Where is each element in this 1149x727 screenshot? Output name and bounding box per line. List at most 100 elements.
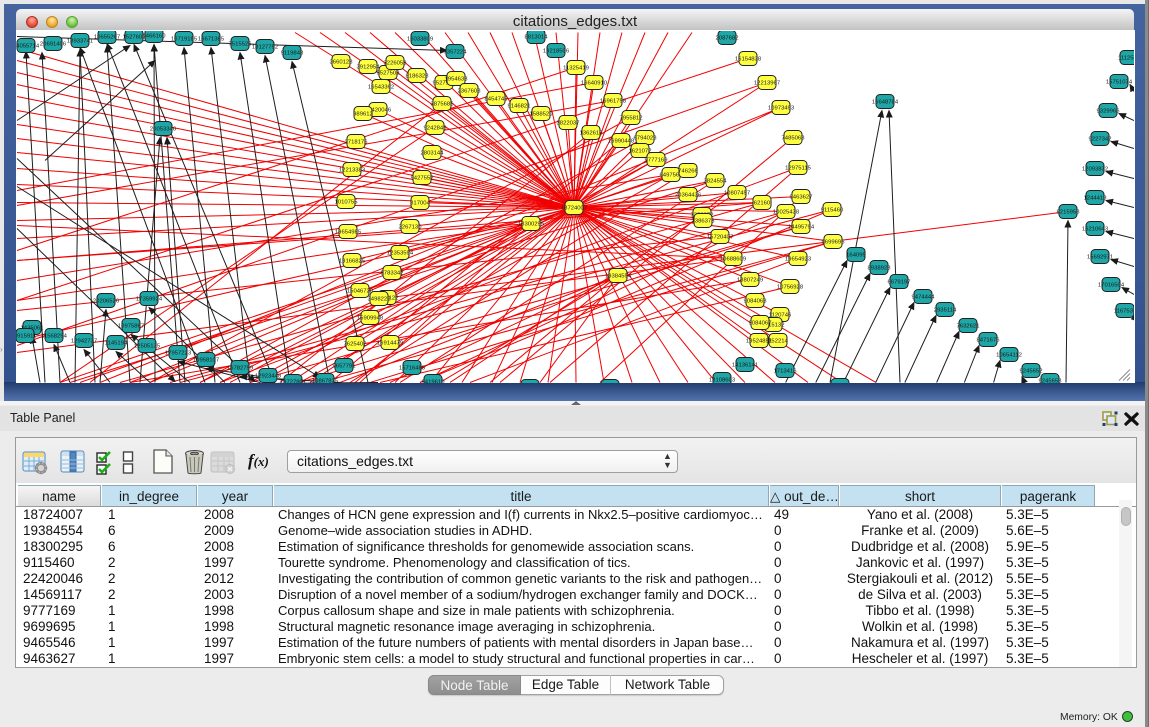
svg-text:817004: 817004 [410,200,430,206]
svg-text:9245652: 9245652 [1020,368,1043,374]
svg-text:18127752: 18127752 [252,44,278,50]
svg-text:8813014: 8813014 [525,34,549,40]
svg-text:12093832: 12093832 [1082,166,1108,172]
svg-text:3226058: 3226058 [384,60,408,66]
svg-text:20053346: 20053346 [150,126,177,132]
svg-text:16914479: 16914479 [377,340,403,346]
svg-text:9227342: 9227342 [1089,136,1112,142]
svg-text:3498222: 3498222 [368,296,391,302]
svg-text:19384554: 19384554 [605,273,632,279]
svg-text:7357224: 7357224 [444,49,468,55]
svg-text:10958107: 10958107 [193,357,219,363]
svg-text:16210643: 16210643 [1082,226,1109,232]
svg-text:18933741: 18933741 [67,38,93,44]
svg-text:13108603: 13108603 [709,377,736,383]
svg-text:16154838: 16154838 [735,56,762,62]
svg-text:9245653: 9245653 [1039,378,1063,383]
svg-text:8186323: 8186323 [406,73,430,79]
svg-text:7386373: 7386373 [692,218,716,224]
svg-text:10756928: 10756928 [777,284,804,290]
svg-text:9777169: 9777169 [645,157,668,163]
svg-text:3912954: 3912954 [357,64,381,70]
svg-text:18300295: 18300295 [518,221,545,227]
svg-text:1244418: 1244418 [1084,195,1108,201]
svg-text:7955812: 7955812 [620,115,643,121]
svg-text:14055714: 14055714 [16,43,40,49]
svg-text:3875685: 3875685 [431,101,455,107]
svg-text:9084068: 9084068 [744,298,768,304]
svg-text:746266: 746266 [678,168,698,174]
svg-text:16543362: 16543362 [368,84,394,90]
svg-text:12975115: 12975115 [785,165,811,171]
svg-text:2087682: 2087682 [716,35,739,41]
svg-text:1167533: 1167533 [1114,308,1134,314]
svg-text:7485063: 7485063 [782,135,806,141]
svg-text:15720407: 15720407 [707,234,733,240]
svg-text:1112543: 1112543 [1118,55,1134,61]
svg-text:9115460: 9115460 [821,207,844,213]
svg-text:10655267: 10655267 [94,34,120,40]
svg-text:17359924: 17359924 [136,296,163,302]
svg-text:12505135: 12505135 [134,343,161,349]
svg-text:10807457: 10807457 [724,190,750,196]
svg-text:9329966: 9329966 [1097,108,1121,114]
svg-text:11325419: 11325419 [563,65,589,71]
svg-text:3915911: 3915911 [16,333,36,339]
svg-text:16648784: 16648784 [872,99,899,105]
svg-text:8215958: 8215958 [1057,209,1081,215]
svg-text:15909948: 15909948 [357,315,384,321]
svg-text:3267130: 3267130 [399,224,423,230]
svg-text:16640910: 16640910 [581,80,608,86]
svg-text:10867825: 10867825 [312,378,339,383]
svg-text:1010755: 1010755 [335,199,359,205]
svg-text:16782759: 16782759 [227,365,253,371]
svg-text:3822037: 3822037 [557,120,580,126]
svg-text:16961758: 16961758 [600,98,627,104]
svg-text:3660123: 3660123 [330,59,354,65]
svg-text:12353594: 12353594 [387,250,414,256]
svg-text:14495794: 14495794 [788,224,815,230]
svg-text:2935114: 2935114 [934,307,957,313]
svg-text:9699695: 9699695 [822,239,846,245]
svg-text:8471676: 8471676 [977,337,1001,343]
svg-text:15046728: 15046728 [347,288,374,294]
svg-text:9084067: 9084067 [749,320,772,326]
svg-text:6679197: 6679197 [888,279,911,285]
svg-text:9527508: 9527508 [377,70,401,76]
svg-text:19654923: 19654923 [785,256,812,262]
svg-text:10688609: 10688609 [720,256,746,262]
svg-text:2803144: 2803144 [421,150,445,156]
svg-text:2367608: 2367608 [458,88,482,94]
svg-text:9657791: 9657791 [333,363,356,369]
svg-text:3824554: 3824554 [704,178,728,184]
svg-text:15716485: 15716485 [399,365,426,371]
svg-text:1588520: 1588520 [530,111,554,117]
svg-text:62160: 62160 [754,200,771,206]
svg-text:10973493: 10973493 [768,105,795,111]
svg-text:1362615: 1362615 [580,130,604,136]
svg-text:8938923: 8938923 [868,265,892,271]
svg-text:16990448: 16990448 [608,138,635,144]
svg-text:10654112: 10654112 [996,352,1022,358]
svg-text:19166825: 19166825 [339,258,366,264]
svg-text:20206526: 20206526 [93,298,120,304]
svg-text:7632621: 7632621 [957,323,980,329]
svg-text:15751074: 15751074 [1106,79,1133,85]
svg-text:2718176: 2718176 [345,139,369,145]
svg-text:20364436: 20364436 [675,192,702,198]
svg-text:12213383: 12213383 [339,167,366,173]
svg-text:9427552: 9427552 [411,175,434,181]
svg-text:9119843: 9119843 [281,50,304,56]
svg-text:17016504: 17016504 [1098,282,1125,288]
svg-text:19727801: 19727801 [280,379,306,383]
svg-text:9463627: 9463627 [790,194,813,200]
svg-text:16033809: 16033809 [407,36,433,42]
svg-text:12942737: 12942737 [71,338,97,344]
svg-text:20691406: 20691406 [40,41,67,47]
svg-text:16671385: 16671385 [198,36,225,42]
svg-text:18807249: 18807249 [737,277,763,283]
svg-text:1954633: 1954633 [445,76,469,82]
svg-text:10025438: 10025438 [773,209,800,215]
svg-text:11568294: 11568294 [41,333,67,339]
svg-text:7625402: 7625402 [344,341,367,347]
